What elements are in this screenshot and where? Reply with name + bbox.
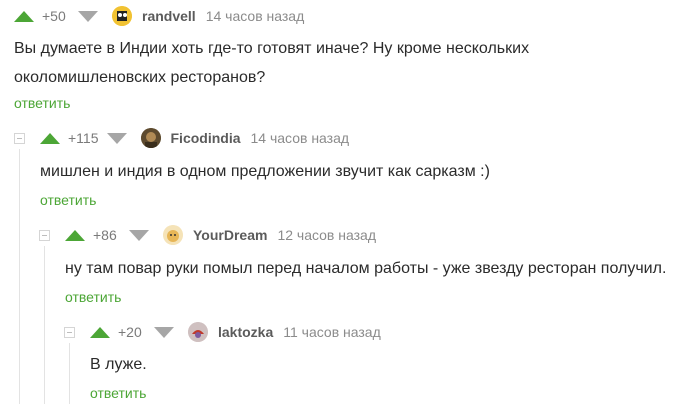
comment-rating: +50 [42, 8, 66, 24]
downvote-icon[interactable] [154, 326, 174, 338]
downvote-icon[interactable] [78, 10, 98, 22]
reply-link[interactable]: ответить [65, 289, 121, 305]
comment-time[interactable]: 14 часов назад [206, 8, 305, 24]
comment-time[interactable]: 14 часов назад [251, 130, 350, 146]
downvote-icon[interactable] [129, 229, 149, 241]
comment-header: +86 YourDream 12 часов назад [65, 223, 376, 247]
reply-link[interactable]: ответить [90, 385, 146, 401]
comment-time[interactable]: 11 часов назад [283, 324, 381, 340]
collapse-thread-button[interactable] [14, 133, 25, 144]
comment-header: +20 laktozka 11 часов назад [90, 320, 381, 344]
comment-text: мишлен и индия в одном предложении звучи… [40, 163, 490, 180]
comment-header: +115 Ficodindia 14 часов назад [40, 126, 349, 150]
comment-header: +50 randvell 14 часов назад [14, 4, 304, 28]
comment-author[interactable]: Ficodindia [171, 130, 241, 146]
thread-line-3 [69, 343, 70, 404]
collapse-thread-button[interactable] [64, 327, 75, 338]
comment-rating: +86 [93, 227, 117, 243]
comment-time[interactable]: 12 часов назад [277, 227, 376, 243]
upvote-icon[interactable] [65, 229, 85, 241]
reply-link[interactable]: ответить [40, 192, 96, 208]
thread-line-2 [44, 246, 45, 404]
thread-line-1 [19, 149, 20, 404]
comment-text: Вы думаете в Индии хоть где-то готовят и… [14, 40, 530, 86]
reply-link[interactable]: ответить [14, 95, 70, 111]
upvote-icon[interactable] [90, 326, 110, 338]
downvote-icon[interactable] [106, 132, 127, 144]
collapse-thread-button[interactable] [39, 230, 50, 241]
avatar[interactable] [112, 6, 132, 26]
avatar[interactable] [140, 128, 161, 148]
comment-text: В луже. [90, 356, 147, 373]
comment-text: ну там повар руки помыл перед началом ра… [65, 260, 667, 277]
upvote-icon[interactable] [40, 132, 60, 144]
avatar[interactable] [163, 225, 183, 245]
comment-author[interactable]: laktozka [218, 324, 273, 340]
comment-author[interactable]: randvell [142, 8, 196, 24]
avatar[interactable] [188, 322, 208, 342]
comment-rating: +20 [118, 324, 142, 340]
upvote-icon[interactable] [14, 10, 34, 22]
comment-author[interactable]: YourDream [193, 227, 267, 243]
comment-rating: +115 [68, 130, 99, 146]
